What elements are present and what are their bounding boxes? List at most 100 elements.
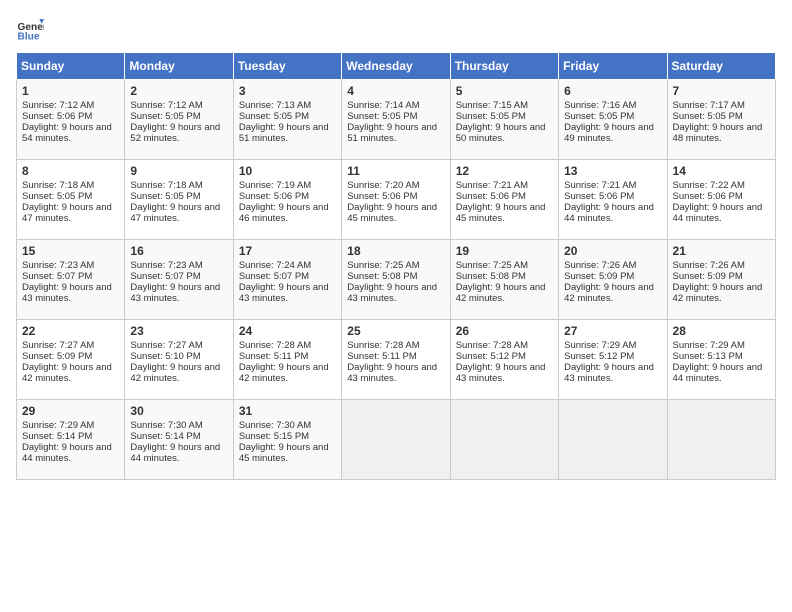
daylight: Daylight: 9 hours and 47 minutes. <box>22 202 112 224</box>
daylight: Daylight: 9 hours and 43 minutes. <box>347 282 437 304</box>
col-header-sunday: Sunday <box>17 53 125 80</box>
week-row-1: 1Sunrise: 7:12 AMSunset: 5:06 PMDaylight… <box>17 80 776 160</box>
col-header-thursday: Thursday <box>450 53 558 80</box>
day-cell: 30Sunrise: 7:30 AMSunset: 5:14 PMDayligh… <box>125 400 233 480</box>
sunset: Sunset: 5:06 PM <box>239 191 309 202</box>
sunrise: Sunrise: 7:29 AM <box>673 340 745 351</box>
sunrise: Sunrise: 7:20 AM <box>347 180 419 191</box>
logo: General Blue <box>16 16 48 44</box>
day-cell: 26Sunrise: 7:28 AMSunset: 5:12 PMDayligh… <box>450 320 558 400</box>
sunset: Sunset: 5:05 PM <box>673 111 743 122</box>
sunrise: Sunrise: 7:21 AM <box>456 180 528 191</box>
day-cell: 12Sunrise: 7:21 AMSunset: 5:06 PMDayligh… <box>450 160 558 240</box>
calendar-table: SundayMondayTuesdayWednesdayThursdayFrid… <box>16 52 776 480</box>
sunrise: Sunrise: 7:25 AM <box>347 260 419 271</box>
daylight: Daylight: 9 hours and 49 minutes. <box>564 122 654 144</box>
day-number: 17 <box>239 244 336 258</box>
daylight: Daylight: 9 hours and 43 minutes. <box>564 362 654 384</box>
daylight: Daylight: 9 hours and 50 minutes. <box>456 122 546 144</box>
sunrise: Sunrise: 7:27 AM <box>130 340 202 351</box>
sunrise: Sunrise: 7:12 AM <box>22 100 94 111</box>
day-number: 15 <box>22 244 119 258</box>
daylight: Daylight: 9 hours and 51 minutes. <box>347 122 437 144</box>
day-cell: 28Sunrise: 7:29 AMSunset: 5:13 PMDayligh… <box>667 320 775 400</box>
day-cell: 17Sunrise: 7:24 AMSunset: 5:07 PMDayligh… <box>233 240 341 320</box>
day-number: 6 <box>564 84 661 98</box>
daylight: Daylight: 9 hours and 45 minutes. <box>239 442 329 464</box>
day-number: 5 <box>456 84 553 98</box>
col-header-saturday: Saturday <box>667 53 775 80</box>
svg-text:Blue: Blue <box>18 31 40 42</box>
day-cell: 15Sunrise: 7:23 AMSunset: 5:07 PMDayligh… <box>17 240 125 320</box>
sunrise: Sunrise: 7:21 AM <box>564 180 636 191</box>
sunrise: Sunrise: 7:15 AM <box>456 100 528 111</box>
sunset: Sunset: 5:06 PM <box>456 191 526 202</box>
day-cell: 16Sunrise: 7:23 AMSunset: 5:07 PMDayligh… <box>125 240 233 320</box>
sunset: Sunset: 5:05 PM <box>22 191 92 202</box>
day-number: 26 <box>456 324 553 338</box>
sunset: Sunset: 5:06 PM <box>564 191 634 202</box>
day-cell: 20Sunrise: 7:26 AMSunset: 5:09 PMDayligh… <box>559 240 667 320</box>
day-cell: 22Sunrise: 7:27 AMSunset: 5:09 PMDayligh… <box>17 320 125 400</box>
sunset: Sunset: 5:05 PM <box>564 111 634 122</box>
day-number: 10 <box>239 164 336 178</box>
day-number: 9 <box>130 164 227 178</box>
sunset: Sunset: 5:08 PM <box>456 271 526 282</box>
day-cell: 8Sunrise: 7:18 AMSunset: 5:05 PMDaylight… <box>17 160 125 240</box>
sunrise: Sunrise: 7:28 AM <box>239 340 311 351</box>
day-cell: 5 Sunrise: 7:15 AMSunset: 5:05 PMDaylight… <box>450 80 558 160</box>
week-row-5: 29Sunrise: 7:29 AMSunset: 5:14 PMDayligh… <box>17 400 776 480</box>
sunrise: Sunrise: 7:14 AM <box>347 100 419 111</box>
sunset: Sunset: 5:07 PM <box>22 271 92 282</box>
day-cell: 31 Sunrise: 7:30 AMSunset: 5:15 PMDayligh… <box>233 400 341 480</box>
daylight: Daylight: 9 hours and 45 minutes. <box>347 202 437 224</box>
sunset: Sunset: 5:06 PM <box>673 191 743 202</box>
daylight: Daylight: 9 hours and 42 minutes. <box>564 282 654 304</box>
day-cell: 25Sunrise: 7:28 AMSunset: 5:11 PMDayligh… <box>342 320 450 400</box>
sunrise: Sunrise: 7:19 AM <box>239 180 311 191</box>
day-number: 31 <box>239 404 336 418</box>
sunset: Sunset: 5:06 PM <box>347 191 417 202</box>
day-cell: 24Sunrise: 7:28 AMSunset: 5:11 PMDayligh… <box>233 320 341 400</box>
day-cell: 7Sunrise: 7:17 AMSunset: 5:05 PMDaylight… <box>667 80 775 160</box>
sunrise: Sunrise: 7:18 AM <box>130 180 202 191</box>
day-number: 25 <box>347 324 444 338</box>
day-number: 13 <box>564 164 661 178</box>
day-cell: 29Sunrise: 7:29 AMSunset: 5:14 PMDayligh… <box>17 400 125 480</box>
sunrise: Sunrise: 7:30 AM <box>130 420 202 431</box>
sunset: Sunset: 5:11 PM <box>239 351 309 362</box>
daylight: Daylight: 9 hours and 43 minutes. <box>347 362 437 384</box>
day-number: 24 <box>239 324 336 338</box>
sunset: Sunset: 5:13 PM <box>673 351 743 362</box>
daylight: Daylight: 9 hours and 42 minutes. <box>673 282 763 304</box>
sunset: Sunset: 5:12 PM <box>564 351 634 362</box>
sunset: Sunset: 5:05 PM <box>456 111 526 122</box>
daylight: Daylight: 9 hours and 43 minutes. <box>239 282 329 304</box>
daylight: Daylight: 9 hours and 52 minutes. <box>130 122 220 144</box>
sunrise: Sunrise: 7:28 AM <box>456 340 528 351</box>
daylight: Daylight: 9 hours and 44 minutes. <box>22 442 112 464</box>
sunrise: Sunrise: 7:30 AM <box>239 420 311 431</box>
day-number: 4 <box>347 84 444 98</box>
daylight: Daylight: 9 hours and 51 minutes. <box>239 122 329 144</box>
day-number: 14 <box>673 164 770 178</box>
day-number: 2 <box>130 84 227 98</box>
sunset: Sunset: 5:15 PM <box>239 431 309 442</box>
day-cell: 9Sunrise: 7:18 AMSunset: 5:05 PMDaylight… <box>125 160 233 240</box>
daylight: Daylight: 9 hours and 42 minutes. <box>22 362 112 384</box>
logo-icon: General Blue <box>16 16 44 44</box>
sunrise: Sunrise: 7:26 AM <box>564 260 636 271</box>
col-header-wednesday: Wednesday <box>342 53 450 80</box>
daylight: Daylight: 9 hours and 48 minutes. <box>673 122 763 144</box>
sunrise: Sunrise: 7:13 AM <box>239 100 311 111</box>
day-cell: 11Sunrise: 7:20 AMSunset: 5:06 PMDayligh… <box>342 160 450 240</box>
sunrise: Sunrise: 7:27 AM <box>22 340 94 351</box>
sunrise: Sunrise: 7:16 AM <box>564 100 636 111</box>
sunrise: Sunrise: 7:22 AM <box>673 180 745 191</box>
sunset: Sunset: 5:07 PM <box>130 271 200 282</box>
week-row-4: 22Sunrise: 7:27 AMSunset: 5:09 PMDayligh… <box>17 320 776 400</box>
sunrise: Sunrise: 7:12 AM <box>130 100 202 111</box>
sunset: Sunset: 5:05 PM <box>347 111 417 122</box>
sunset: Sunset: 5:09 PM <box>22 351 92 362</box>
daylight: Daylight: 9 hours and 43 minutes. <box>22 282 112 304</box>
